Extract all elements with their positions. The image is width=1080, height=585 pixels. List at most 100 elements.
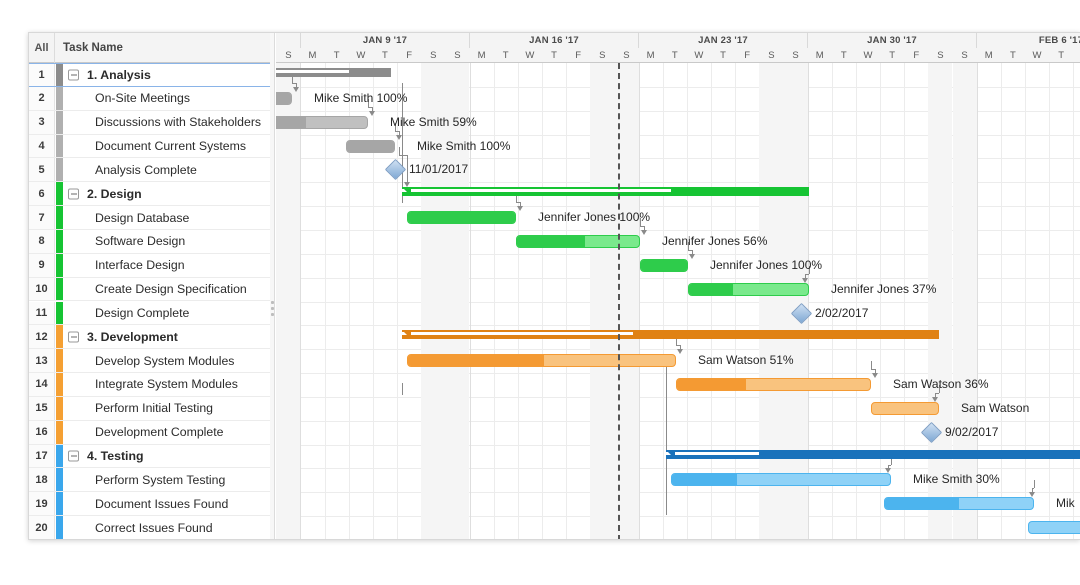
timeline-day-label: T [1058,50,1065,61]
timeline-day-label: T [382,50,388,61]
collapse-icon[interactable] [68,331,79,343]
task-row-3[interactable]: 3 Discussions with Stakeholders [29,110,270,135]
bar-label: Sam Watson 51% [698,353,794,368]
timeline-day-label: M [477,50,486,61]
dependency-link [1034,480,1035,489]
column-header-all[interactable]: All [29,33,55,63]
progress-fill [885,498,959,510]
splitter-grip-icon[interactable] [271,301,274,321]
summary-bar-cap [800,187,809,197]
timeline-day-label: W [1032,50,1042,61]
gantt-chart-app: All Task Name 1 1. Analysis 2 On-Site Meeti… [0,0,1080,585]
task-bar[interactable] [407,354,676,368]
task-name-label: Document Current Systems [95,138,247,153]
timeline-gridline [1000,63,1002,539]
timeline-gridline [807,63,809,539]
row-color-indicator [56,182,63,206]
row-color-indicator [56,86,63,110]
timeline-day-label: S [454,50,461,61]
task-row-4[interactable]: 4 Document Current Systems [29,134,270,159]
task-name-label: Analysis Complete [95,162,197,177]
collapse-icon[interactable] [68,450,79,462]
timeline-day-label: W [694,50,704,61]
collapse-icon[interactable] [68,69,79,81]
task-name-label: Create Design Specification [95,282,247,297]
row-color-indicator [56,420,63,444]
timeline-gridline [348,63,350,539]
summary-bar[interactable] [402,330,939,340]
row-number: 12 [29,325,55,349]
timeline-header: '17JAN 9 '17JAN 16 '17JAN 23 '17JAN 30 '… [276,33,1080,63]
row-color-indicator [56,253,63,277]
weekend-shading [590,63,615,539]
today-marker-line [618,63,620,539]
summary-bar[interactable] [402,187,809,197]
timeline-week-label: FEB 6 '17 [977,33,1080,48]
timeline-gridline [638,63,640,539]
timeline-gridline [1049,63,1051,539]
timeline-gridline [735,63,737,539]
task-row-10[interactable]: 10 Create Design Specification [29,277,270,302]
timeline-gridline [662,63,664,539]
dependency-arrow-icon [369,110,375,116]
task-row-6[interactable]: 6 2. Design [29,182,270,207]
task-row-20[interactable]: 20 Correct Issues Found [29,516,270,539]
task-name-label: Development Complete [95,425,224,440]
summary-bar[interactable] [276,68,391,77]
timeline-gridline [300,63,302,539]
task-name-label: Document Issues Found [95,496,229,511]
timeline-gridline [686,63,688,539]
progress-fill [408,355,545,367]
task-bar[interactable] [1028,521,1080,535]
dependency-link [407,154,408,184]
task-row-8[interactable]: 8 Software Design [29,229,270,254]
task-row-9[interactable]: 9 Interface Design [29,253,270,278]
task-bar[interactable] [640,258,688,272]
task-bar[interactable] [676,378,871,392]
task-row-16[interactable]: 16 Development Complete [29,420,270,445]
timeline-day-label: F [913,50,920,61]
timeline-day-label: S [768,50,775,61]
task-row-11[interactable]: 11 Design Complete [29,301,270,326]
task-name-label: On-Site Meetings [95,91,191,106]
task-row-17[interactable]: 17 4. Testing [29,444,270,469]
task-grid-header: All Task Name [29,33,270,63]
task-row-7[interactable]: 7 Design Database [29,206,270,230]
task-row-1[interactable]: 1 1. Analysis [29,63,270,87]
task-row-18[interactable]: 18 Perform System Testing [29,468,270,493]
task-row-5[interactable]: 5 Analysis Complete [29,158,270,183]
task-bar[interactable] [276,115,368,129]
progress-fill [672,474,738,486]
task-name-label: Software Design [95,234,186,249]
task-bar[interactable] [516,234,640,248]
task-row-19[interactable]: 19 Document Issues Found [29,492,270,517]
task-bar[interactable] [671,473,891,487]
row-color-indicator [56,229,63,253]
task-row-15[interactable]: 15 Perform Initial Testing [29,396,270,421]
task-bar[interactable] [407,211,516,225]
timeline-day-label: M [815,50,824,61]
row-number: 9 [29,253,55,277]
task-bar[interactable] [346,139,395,153]
progress-fill [641,259,687,271]
row-number: 5 [29,158,55,182]
timeline-day-label: T [333,50,340,61]
task-row-12[interactable]: 12 3. Development [29,325,270,350]
collapse-icon[interactable] [68,188,79,200]
task-bar[interactable] [276,91,292,105]
row-color-indicator [56,325,63,349]
task-bar[interactable] [688,282,809,296]
row-color-indicator [56,134,63,158]
pane-splitter[interactable] [270,33,275,539]
progress-fill [689,283,734,295]
task-row-13[interactable]: 13 Develop System Modules [29,349,270,374]
task-bar[interactable] [871,401,939,415]
timeline-day-label: S [937,50,944,61]
row-color-indicator [56,64,63,86]
task-bar[interactable] [884,497,1034,511]
summary-bar[interactable] [666,449,1080,459]
column-header-task-name[interactable]: Task Name [56,33,123,63]
task-row-2[interactable]: 2 On-Site Meetings [29,86,270,111]
task-row-14[interactable]: 14 Integrate System Modules [29,373,270,397]
dependency-link [871,361,872,370]
